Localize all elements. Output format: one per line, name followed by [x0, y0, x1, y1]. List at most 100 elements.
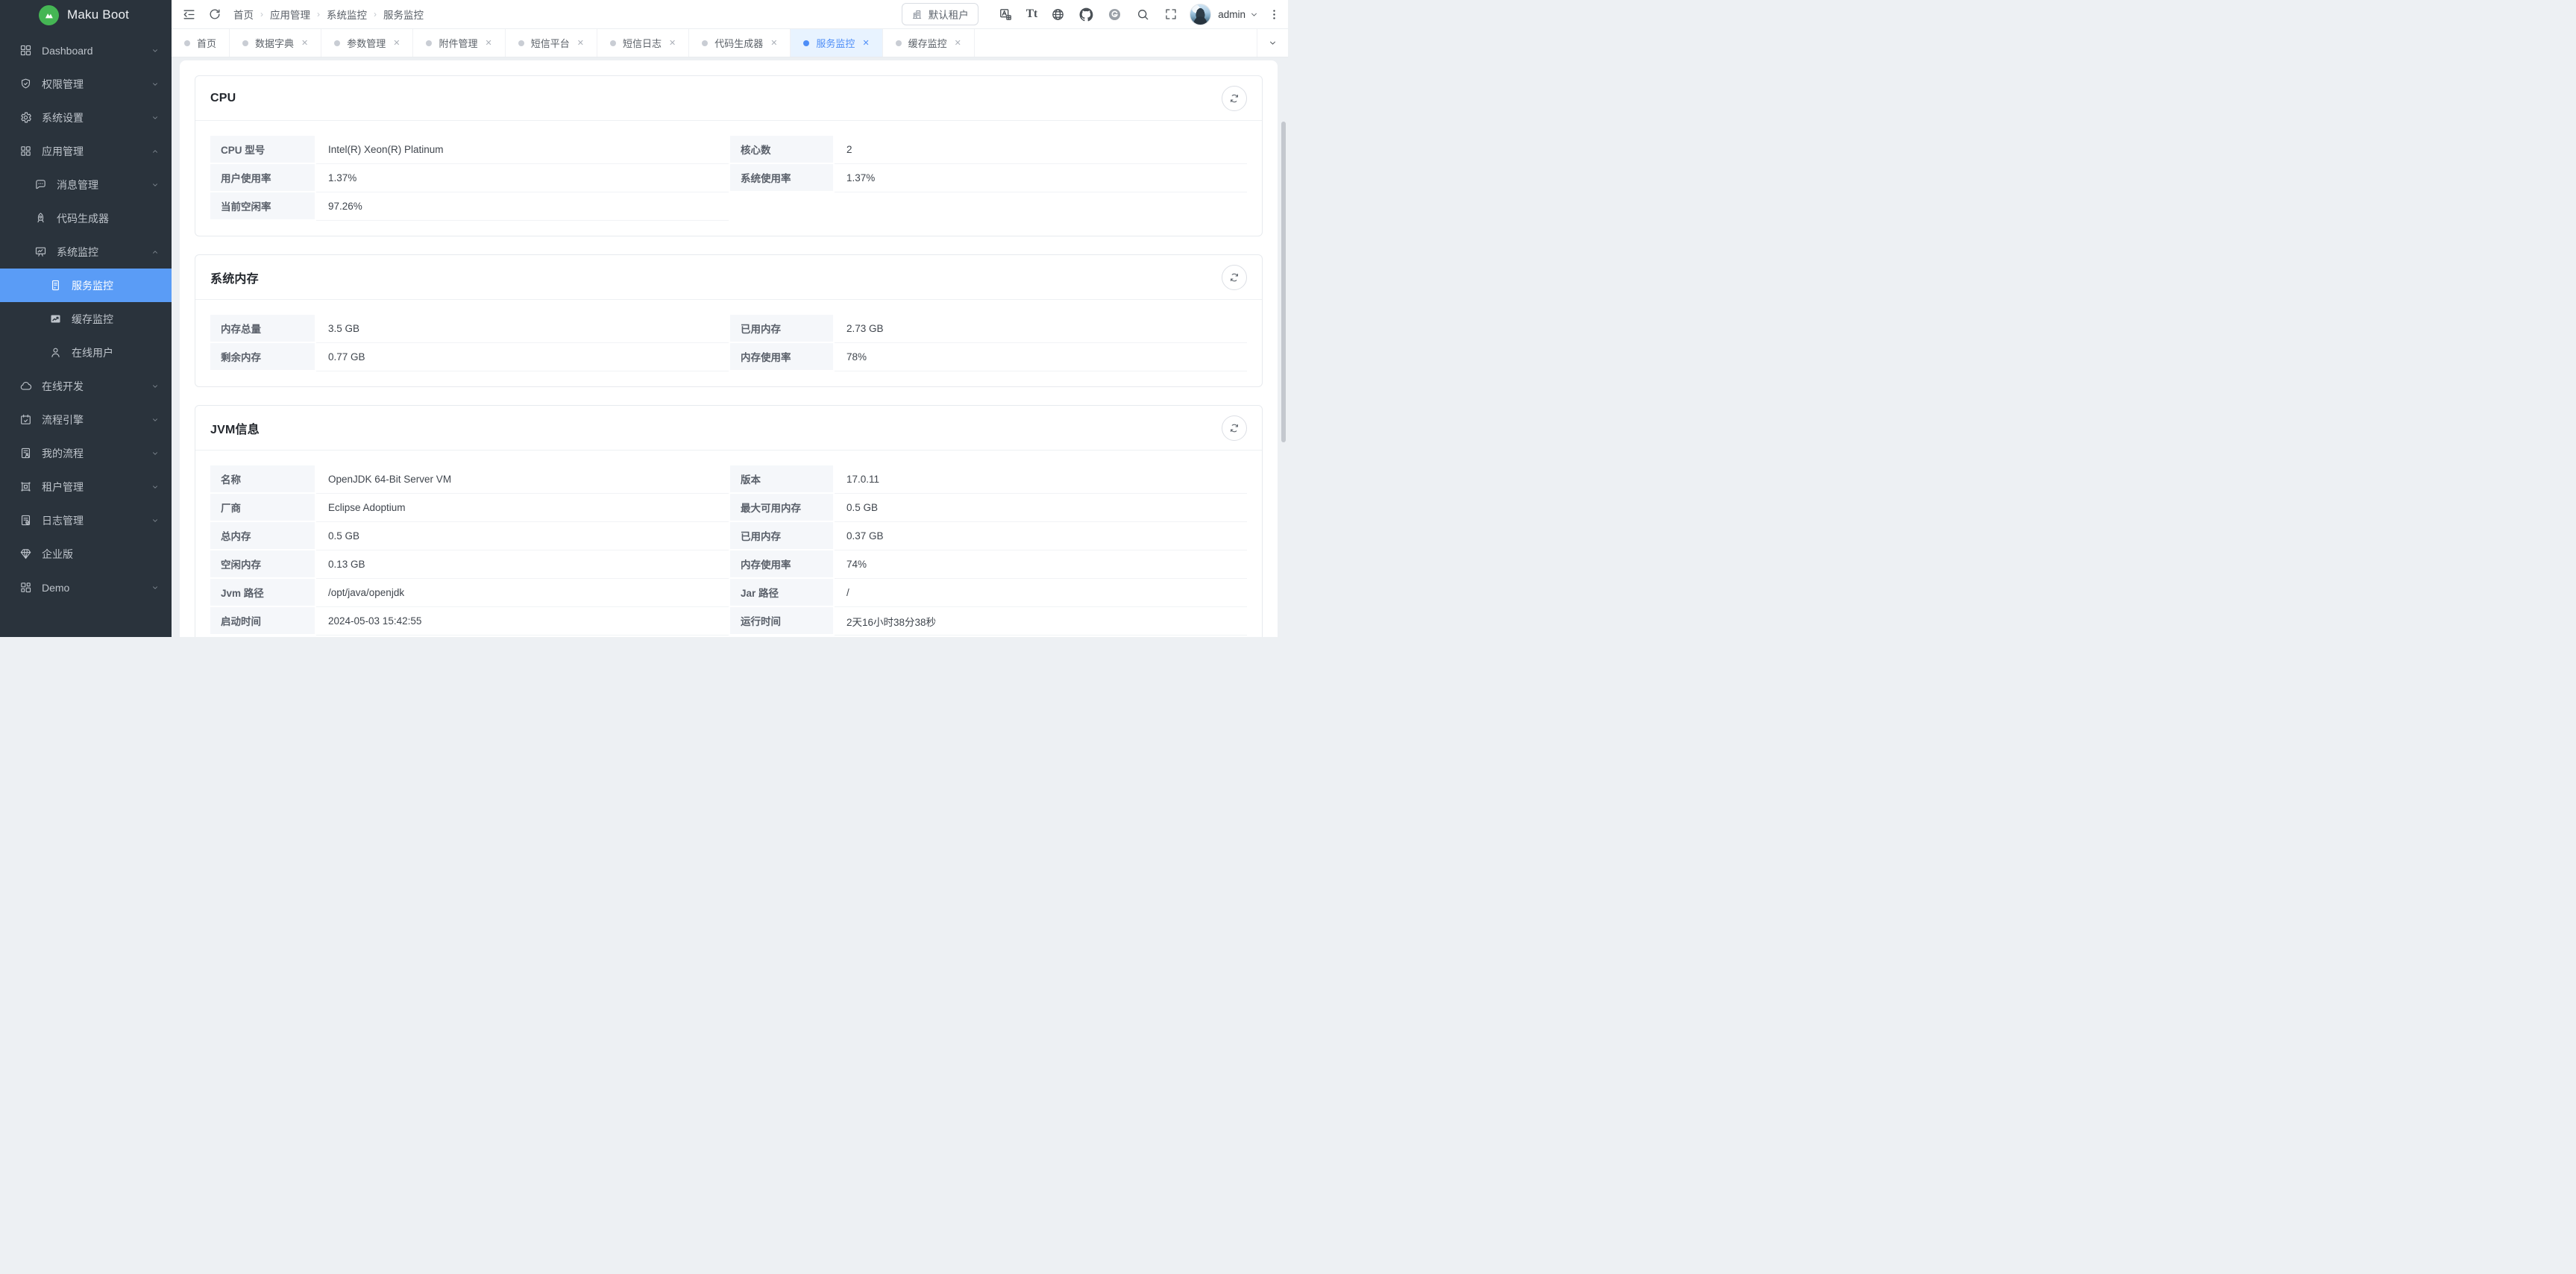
refresh-icon[interactable]	[208, 7, 222, 21]
close-icon[interactable]: ✕	[955, 38, 961, 48]
demo-grid-icon	[19, 581, 32, 594]
tab-label: 缓存监控	[908, 36, 947, 50]
sidebar-item-dashboard[interactable]: Dashboard	[0, 34, 172, 67]
tab-home[interactable]: 首页	[172, 29, 230, 57]
panel-body: 内存总量 3.5 GB 已用内存 2.73 GB 剩余内存 0.77 GB 内存…	[195, 300, 1262, 386]
table-row: 当前空闲率 97.26%	[210, 192, 1247, 221]
close-icon[interactable]: ✕	[862, 38, 869, 48]
more-vertical-icon[interactable]	[1268, 8, 1281, 21]
trend-chart-icon	[49, 313, 62, 325]
table-row: 内存总量 3.5 GB 已用内存 2.73 GB	[210, 315, 1247, 343]
tenant-select[interactable]: 默认租户	[902, 3, 978, 25]
tab-data-dictionary[interactable]: 数据字典 ✕	[230, 29, 321, 57]
tab-sms-platform[interactable]: 短信平台 ✕	[506, 29, 597, 57]
sidebar-item-app-management[interactable]: 应用管理	[0, 134, 172, 168]
tab-cache-monitor[interactable]: 缓存监控 ✕	[883, 29, 975, 57]
tab-attachment-management[interactable]: 附件管理 ✕	[413, 29, 505, 57]
github-icon[interactable]	[1078, 7, 1094, 22]
table-row: 名称 OpenJDK 64-Bit Server VM 版本 17.0.11	[210, 465, 1247, 494]
field-label: 空闲内存	[210, 550, 316, 579]
shield-check-icon	[19, 78, 32, 90]
sidebar-item-label: 在线开发	[42, 379, 151, 394]
globe-icon[interactable]	[1049, 7, 1066, 22]
app-title: Maku Boot	[67, 7, 129, 22]
chevron-up-icon	[151, 248, 160, 257]
sidebar-item-system-monitor[interactable]: 系统监控	[0, 235, 172, 269]
sidebar-item-system-settings[interactable]: 系统设置	[0, 101, 172, 134]
field-label: 最大可用内存	[729, 494, 835, 522]
translate-icon[interactable]	[998, 7, 1014, 22]
username[interactable]: admin	[1218, 9, 1245, 20]
search-icon[interactable]	[1134, 7, 1151, 22]
sidebar-item-my-workflow[interactable]: 我的流程	[0, 436, 172, 470]
main-column: 首页 › 应用管理 › 系统监控 › 服务监控 默认租户 Tt	[172, 0, 1288, 637]
tab-code-generator[interactable]: 代码生成器 ✕	[689, 29, 791, 57]
table-row: Jvm 路径 /opt/java/openjdk Jar 路径 /	[210, 579, 1247, 607]
fullscreen-icon[interactable]	[1163, 7, 1179, 21]
gitee-icon[interactable]	[1106, 7, 1122, 22]
table-row: 厂商 Eclipse Adoptium 最大可用内存 0.5 GB	[210, 494, 1247, 522]
close-icon[interactable]: ✕	[577, 38, 584, 48]
calendar-check-icon	[19, 413, 32, 426]
sidebar-item-message-management[interactable]: 消息管理	[0, 168, 172, 201]
panel-title: JVM信息	[210, 419, 260, 437]
tab-label: 附件管理	[439, 36, 477, 50]
sidebar-item-log-management[interactable]: 日志管理	[0, 503, 172, 537]
chevron-down-icon	[1268, 38, 1278, 48]
field-label: 已用内存	[729, 522, 835, 550]
tab-dot-icon	[610, 40, 616, 46]
panel-refresh-button[interactable]	[1222, 415, 1247, 441]
chevron-down-icon	[151, 583, 160, 592]
panel-refresh-button[interactable]	[1222, 265, 1247, 290]
tab-dot-icon	[184, 40, 190, 46]
sidebar-item-online-users[interactable]: 在线用户	[0, 336, 172, 369]
breadcrumb-item[interactable]: 首页	[233, 7, 254, 22]
panel-title: 系统内存	[210, 269, 259, 286]
field-label: 核心数	[729, 136, 835, 164]
sidebar-item-service-monitor[interactable]: 服务监控	[0, 269, 172, 302]
close-icon[interactable]: ✕	[393, 38, 400, 48]
close-icon[interactable]: ✕	[301, 38, 308, 48]
tab-parameter-management[interactable]: 参数管理 ✕	[321, 29, 413, 57]
sidebar-item-permissions[interactable]: 权限管理	[0, 67, 172, 101]
close-icon[interactable]: ✕	[669, 38, 676, 48]
tab-dot-icon	[334, 40, 340, 46]
field-value: 74%	[835, 550, 1247, 579]
sidebar-item-label: 消息管理	[57, 178, 151, 192]
menu-fold-icon[interactable]	[182, 7, 196, 22]
document-user-icon	[19, 447, 32, 459]
font-size-icon[interactable]: Tt	[1026, 7, 1038, 21]
tab-service-monitor[interactable]: 服务监控 ✕	[791, 29, 882, 57]
panel-refresh-button[interactable]	[1222, 86, 1247, 111]
panel-title: CPU	[210, 92, 236, 105]
sidebar-item-cache-monitor[interactable]: 缓存监控	[0, 302, 172, 336]
tab-list-dropdown[interactable]	[1257, 29, 1288, 57]
sidebar-item-demo[interactable]: Demo	[0, 571, 172, 604]
vertical-scrollbar[interactable]	[1281, 122, 1286, 442]
sidebar-item-workflow-engine[interactable]: 流程引擎	[0, 403, 172, 436]
chevron-down-icon	[151, 80, 160, 89]
table-row: 启动时间 2024-05-03 15:42:55 运行时间 2天16小时38分3…	[210, 607, 1247, 636]
tab-label: 代码生成器	[714, 36, 763, 50]
app-logo[interactable]: Maku Boot	[0, 0, 172, 30]
field-label: 内存使用率	[729, 550, 835, 579]
tab-dot-icon	[242, 40, 248, 46]
chevron-down-icon	[151, 46, 160, 55]
table-row: 总内存 0.5 GB 已用内存 0.37 GB	[210, 522, 1247, 550]
sidebar-item-online-dev[interactable]: 在线开发	[0, 369, 172, 403]
sidebar-item-code-generator[interactable]: 代码生成器	[0, 201, 172, 235]
field-value: 0.37 GB	[835, 522, 1247, 550]
sidebar-item-enterprise[interactable]: 企业版	[0, 537, 172, 571]
avatar[interactable]	[1190, 4, 1211, 25]
field-label: 内存使用率	[729, 343, 835, 371]
breadcrumb-item[interactable]: 系统监控	[327, 7, 367, 22]
sidebar-item-tenant-management[interactable]: 租户管理	[0, 470, 172, 503]
breadcrumb-item[interactable]: 服务监控	[383, 7, 424, 22]
close-icon[interactable]: ✕	[770, 38, 777, 48]
breadcrumb-item[interactable]: 应用管理	[270, 7, 310, 22]
tab-sms-log[interactable]: 短信日志 ✕	[597, 29, 689, 57]
chevron-down-icon[interactable]	[1249, 10, 1259, 19]
field-value: /	[835, 579, 1247, 607]
close-icon[interactable]: ✕	[486, 38, 492, 48]
user-icon	[49, 346, 62, 359]
